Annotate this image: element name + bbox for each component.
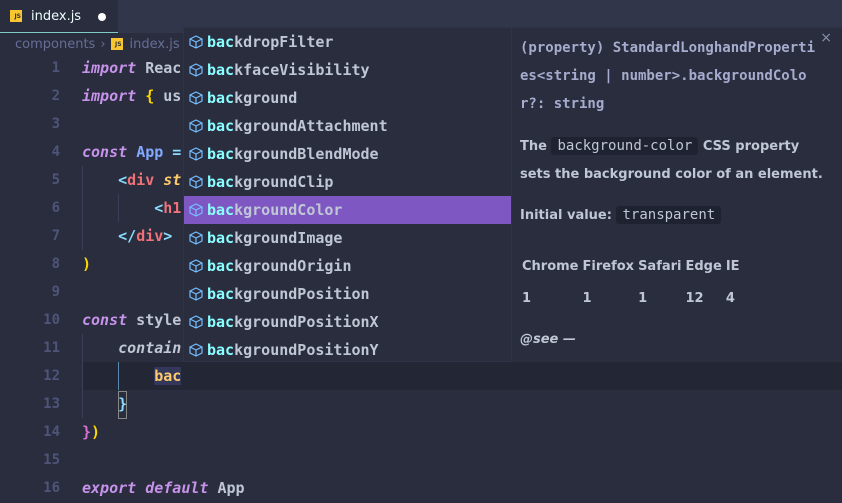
breadcrumb-file[interactable]: index.js bbox=[130, 37, 180, 52]
suggestion-match: bac bbox=[207, 145, 235, 163]
line-number: 4 bbox=[51, 144, 60, 160]
line-number: 1 bbox=[51, 60, 60, 76]
browser-compat-table: Chrome Firefox Safari Edge IE 1 1 1 12 4 bbox=[522, 258, 740, 306]
suggestion-item[interactable]: bac kgroundBlendMode bbox=[184, 140, 511, 168]
line-number: 5 bbox=[51, 172, 60, 188]
code-line-16: export default App bbox=[82, 479, 245, 497]
js-file-icon: JS bbox=[110, 38, 123, 50]
property-cube-icon bbox=[188, 230, 207, 246]
suggestion-match: bac bbox=[207, 173, 235, 191]
suggestion-match: bac bbox=[207, 61, 235, 79]
suggestion-match: bac bbox=[207, 117, 235, 135]
line-number-gutter: 1 2 3 4 5 6 7 8 9 10 11 12 13 14 15 16 bbox=[0, 54, 60, 502]
suggestion-rest: kgroundImage bbox=[234, 229, 343, 247]
suggestion-match: bac bbox=[207, 341, 235, 359]
suggestion-match: bac bbox=[207, 257, 235, 275]
property-cube-icon bbox=[188, 202, 207, 218]
suggestion-rest: kgroundPositionY bbox=[234, 341, 379, 359]
property-cube-icon bbox=[188, 258, 207, 274]
suggestion-rest: kgroundClip bbox=[234, 173, 334, 191]
suggestion-rest: kground bbox=[234, 89, 298, 107]
suggestion-item[interactable]: bac kgroundClip bbox=[184, 168, 511, 196]
suggestion-match: bac bbox=[207, 229, 235, 247]
suggestion-match: bac bbox=[207, 89, 235, 107]
breadcrumb: components › JS index.js › bbox=[15, 33, 190, 55]
breadcrumb-components[interactable]: components bbox=[15, 37, 95, 52]
description: The background-color CSS property sets t… bbox=[520, 137, 823, 182]
property-cube-icon bbox=[188, 146, 207, 162]
suggestion-item[interactable]: bac kgroundImage bbox=[184, 224, 511, 252]
suggestion-rest: kgroundPositionX bbox=[234, 313, 379, 331]
property-cube-icon bbox=[188, 286, 207, 302]
line-number: 14 bbox=[43, 424, 60, 440]
suggestion-match: bac bbox=[207, 313, 235, 331]
suggestion-rest: kgroundAttachment bbox=[234, 117, 388, 135]
code-line-12: bac bbox=[154, 367, 182, 385]
unsaved-dot-icon[interactable] bbox=[98, 13, 106, 21]
tab-index-js[interactable]: JS index.js bbox=[0, 0, 118, 33]
line-number: 15 bbox=[43, 452, 60, 468]
property-cube-icon bbox=[188, 342, 207, 358]
line-number: 9 bbox=[51, 284, 60, 300]
property-cube-icon bbox=[188, 62, 207, 78]
suggestion-rest: kgroundColor bbox=[234, 201, 343, 219]
line-number: 8 bbox=[51, 256, 60, 272]
code-line-14: }) bbox=[82, 423, 101, 441]
suggestion-rest: kgroundOrigin bbox=[234, 257, 352, 275]
suggestion-match: bac bbox=[207, 33, 235, 51]
property-cube-icon bbox=[188, 118, 207, 134]
line-number: 12 bbox=[43, 368, 60, 384]
property-cube-icon bbox=[188, 34, 207, 50]
suggestion-details-panel: × (property) StandardLonghandProperties<… bbox=[512, 27, 842, 362]
suggestion-item[interactable]: bac kground bbox=[184, 84, 511, 112]
see-link: @see — bbox=[520, 332, 576, 347]
property-cube-icon bbox=[188, 314, 207, 330]
suggestion-rest: kgroundPosition bbox=[234, 285, 370, 303]
suggestion-item[interactable]: bac kgroundOrigin bbox=[184, 252, 511, 280]
autocomplete-list[interactable]: bac kdropFilter bac kfaceVisibility bac kgrou… bbox=[183, 27, 512, 362]
line-number: 3 bbox=[51, 116, 60, 132]
line-number: 16 bbox=[43, 480, 60, 496]
line-number: 10 bbox=[43, 312, 60, 328]
suggestion-item[interactable]: bac kgroundPositionY bbox=[184, 336, 511, 364]
suggestion-item[interactable]: bac kfaceVisibility bbox=[184, 56, 511, 84]
line-number: 7 bbox=[51, 228, 60, 244]
suggestion-rest: kdropFilter bbox=[234, 33, 334, 51]
js-file-icon: JS bbox=[10, 10, 22, 22]
property-cube-icon bbox=[188, 90, 207, 106]
close-icon[interactable]: × bbox=[820, 30, 832, 46]
suggestion-item[interactable]: bac kgroundAttachment bbox=[184, 112, 511, 140]
line-number: 2 bbox=[51, 88, 60, 104]
line-number: 11 bbox=[43, 340, 60, 356]
initial-value: Initial value: transparent bbox=[520, 201, 834, 230]
tab-label: index.js bbox=[31, 8, 82, 24]
suggestion-item[interactable]: bac kdropFilter bbox=[184, 28, 511, 56]
code-line-13: } bbox=[118, 395, 128, 413]
line-number: 6 bbox=[51, 200, 60, 216]
suggestion-match: bac bbox=[207, 285, 235, 303]
suggestion-item[interactable]: bac kgroundColor bbox=[184, 196, 511, 224]
suggestion-rest: kfaceVisibility bbox=[234, 61, 370, 79]
suggestion-item[interactable]: bac kgroundPosition bbox=[184, 280, 511, 308]
line-number: 13 bbox=[43, 396, 60, 412]
property-cube-icon bbox=[188, 174, 207, 190]
chevron-right-icon: › bbox=[100, 36, 106, 52]
suggestion-rest: kgroundBlendMode bbox=[234, 145, 379, 163]
suggestion-item[interactable]: bac kgroundPositionX bbox=[184, 308, 511, 336]
type-signature: (property) StandardLonghandProperties<st… bbox=[520, 40, 816, 112]
suggestion-match: bac bbox=[207, 201, 235, 219]
